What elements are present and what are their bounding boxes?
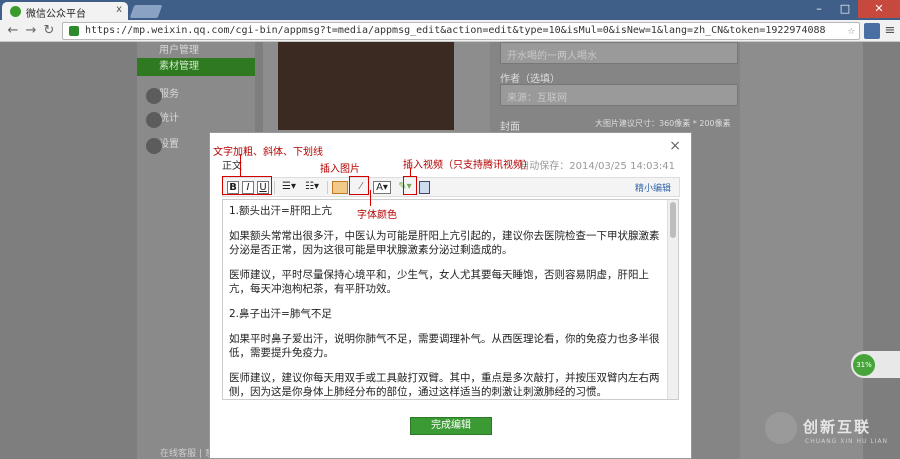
annotation-text-format: 文字加粗、斜体、下划线 xyxy=(213,147,323,158)
annotation-insert-image: 插入图片 xyxy=(320,164,360,175)
cover-label: 封面 xyxy=(500,122,520,133)
brand-name: 创新互联 xyxy=(803,418,872,436)
insert-video-icon[interactable] xyxy=(419,181,430,194)
settings-icon xyxy=(146,138,162,154)
window-close-icon[interactable]: ✕ xyxy=(858,0,900,18)
browser-toolbar: ← → ↻ https://mp.weixin.qq.com/cgi-bin/a… xyxy=(0,20,900,42)
finish-editing-button[interactable]: 完成编辑 xyxy=(410,417,492,435)
autosave-status: 自动保存：2014/03/25 14:03:41 xyxy=(519,161,675,172)
toolbar-divider xyxy=(327,181,328,194)
title-field[interactable]: 开水喝的一两人喝水 xyxy=(500,42,738,64)
author-label: 作者（选填） xyxy=(500,74,560,85)
secure-lock-icon xyxy=(69,26,79,36)
paragraph: 如果额头常常出很多汗，中医认为可能是肝阳上亢引起的，建议你去医院检查一下甲状腺激… xyxy=(229,230,660,256)
annotation-box-format xyxy=(222,176,272,195)
minimize-icon[interactable]: – xyxy=(806,0,832,18)
stats-icon xyxy=(146,112,162,128)
reload-icon[interactable]: ↻ xyxy=(40,22,58,40)
back-icon[interactable]: ← xyxy=(4,22,22,40)
unordered-list-icon[interactable]: ☷▾ xyxy=(301,181,323,194)
paragraph: 如果平时鼻子爱出汗，说明你肺气不足，需要调理补气。从西医理论看，你的免疫力也多半… xyxy=(229,333,660,359)
service-icon xyxy=(146,88,162,104)
maximize-icon[interactable]: □ xyxy=(832,0,858,18)
rich-text-editor[interactable]: 1.额头出汗=肝阳上亢 如果额头常常出很多汗，中医认为可能是肝阳上亢引起的，建议… xyxy=(222,199,679,400)
editor-content: 1.额头出汗=肝阳上亢 如果额头常常出很多汗，中医认为可能是肝阳上亢引起的，建议… xyxy=(229,204,661,399)
float-widget-percent: 31% xyxy=(853,354,875,376)
browser-tab[interactable]: 微信公众平台 x xyxy=(2,2,128,20)
ordered-list-icon[interactable]: ☰▾ xyxy=(278,181,300,194)
article-cover-image xyxy=(278,42,454,130)
compact-editor-link[interactable]: 精小编辑 xyxy=(635,181,671,194)
annotation-line xyxy=(410,168,411,176)
body-label: 正文 xyxy=(222,161,242,172)
annotation-font-color: 字体颜色 xyxy=(357,210,397,221)
editor-modal: × 正文 自动保存：2014/03/25 14:03:41 B I U ☰▾ ☷… xyxy=(209,132,692,459)
paragraph: 医师建议，平时尽量保持心境平和，少生气，女人尤其要每天睡饱，否则容易阴虚，肝阳上… xyxy=(229,269,649,295)
tab-close-icon[interactable]: x xyxy=(116,4,122,15)
annotation-box-video xyxy=(403,176,417,195)
extension-icon[interactable] xyxy=(864,23,880,39)
scrollbar-thumb[interactable] xyxy=(670,202,676,238)
cover-hint: 大图片建议尺寸：360像素 * 200像素 xyxy=(595,119,731,128)
author-field[interactable]: 来源：互联网 xyxy=(500,84,738,106)
new-tab-button[interactable] xyxy=(129,5,163,18)
sidebar-item-materials[interactable]: 素材管理 xyxy=(137,58,255,76)
window-controls: – □ ✕ xyxy=(806,0,900,18)
menu-icon[interactable]: ≡ xyxy=(882,23,898,39)
modal-close-icon[interactable]: × xyxy=(669,138,681,154)
url-text: https://mp.weixin.qq.com/cgi-bin/appmsg?… xyxy=(85,25,826,36)
toolbar-divider xyxy=(274,181,275,194)
watermark-logo: 创新互联 CHUANG XIN HU LIAN xyxy=(765,412,900,454)
font-color-icon[interactable]: A▾ xyxy=(373,181,391,194)
footer-links[interactable]: 在线客服 | 意 xyxy=(160,446,214,459)
annotation-box-image xyxy=(349,176,369,195)
float-widget[interactable]: 31% xyxy=(851,351,900,378)
bookmark-star-icon[interactable]: ☆ xyxy=(848,23,855,37)
forward-icon[interactable]: → xyxy=(22,22,40,40)
editor-toolbar: B I U ☰▾ ☷▾ ⁄ A▾ ✎▾ 精小编辑 xyxy=(222,177,680,197)
annotation-line xyxy=(370,190,371,206)
address-bar[interactable]: https://mp.weixin.qq.com/cgi-bin/appmsg?… xyxy=(62,22,860,40)
editor-scrollbar[interactable] xyxy=(667,200,678,399)
browser-tab-bar: 微信公众平台 x – □ ✕ xyxy=(0,0,900,20)
tab-title: 微信公众平台 xyxy=(26,9,86,20)
annotation-line xyxy=(240,155,241,176)
paragraph: 2.鼻子出汗=肺气不足 xyxy=(229,308,332,320)
brand-logo-icon xyxy=(765,412,797,444)
annotation-insert-video: 插入视频（只支持腾讯视频） xyxy=(403,160,533,171)
insert-image-icon[interactable] xyxy=(332,181,348,194)
wechat-favicon-icon xyxy=(10,6,21,17)
paragraph: 医师建议，建议你每天用双手或工具敲打双臂。其中，重点是多次敲打，并按压双臂内左右… xyxy=(229,372,660,398)
paragraph: 1.额头出汗=肝阳上亢 xyxy=(229,205,332,217)
brand-subtitle: CHUANG XIN HU LIAN xyxy=(805,438,889,445)
